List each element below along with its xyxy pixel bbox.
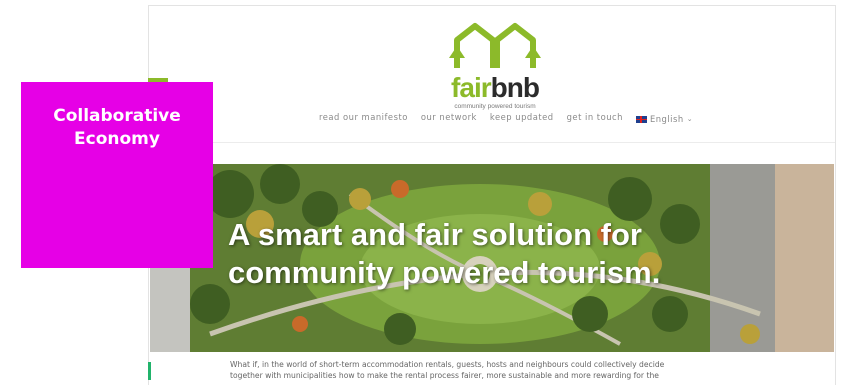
intro-line-2: together with municipalities how to make… — [230, 371, 659, 380]
logo-fair-text: fair — [451, 72, 492, 103]
badge-text: Collaborative Economy — [53, 105, 181, 151]
badge-line-1: Collaborative — [53, 106, 181, 126]
collaborative-economy-badge: Collaborative Economy — [21, 82, 213, 268]
site-header: fairbnb community powered tourism read o… — [149, 6, 835, 143]
language-selector[interactable]: English ⌄ — [635, 112, 694, 126]
nav-network[interactable]: our network — [421, 112, 477, 126]
logo-bnb-text: bnb — [490, 72, 540, 103]
uk-flag-icon — [635, 115, 647, 123]
hero-title: A smart and fair solution for community … — [228, 216, 788, 292]
side-tab[interactable] — [148, 362, 151, 380]
logo-tagline: community powered tourism — [454, 103, 536, 110]
hero-title-line-1: A smart and fair solution for — [228, 217, 642, 252]
hero-banner: A smart and fair solution for community … — [150, 164, 834, 352]
fairbnb-logo[interactable]: fairbnb community powered tourism — [443, 18, 547, 118]
language-label: English — [649, 114, 684, 124]
chevron-down-icon: ⌄ — [686, 115, 694, 123]
main-nav: read our manifesto our network keep upda… — [319, 112, 693, 126]
intro-line-1: What if, in the world of short-term acco… — [230, 360, 665, 369]
nav-manifesto[interactable]: read our manifesto — [319, 112, 408, 126]
houses-logo-icon — [449, 23, 541, 68]
intro-paragraph: What if, in the world of short-term acco… — [230, 359, 830, 381]
nav-keep-updated[interactable]: keep updated — [490, 112, 554, 126]
website-frame: fairbnb community powered tourism read o… — [148, 5, 836, 385]
logo-wordmark: fairbnb — [443, 72, 547, 104]
nav-get-in-touch[interactable]: get in touch — [567, 112, 623, 126]
badge-line-2: Economy — [74, 129, 160, 149]
hero-title-line-2: community powered tourism. — [228, 255, 661, 290]
